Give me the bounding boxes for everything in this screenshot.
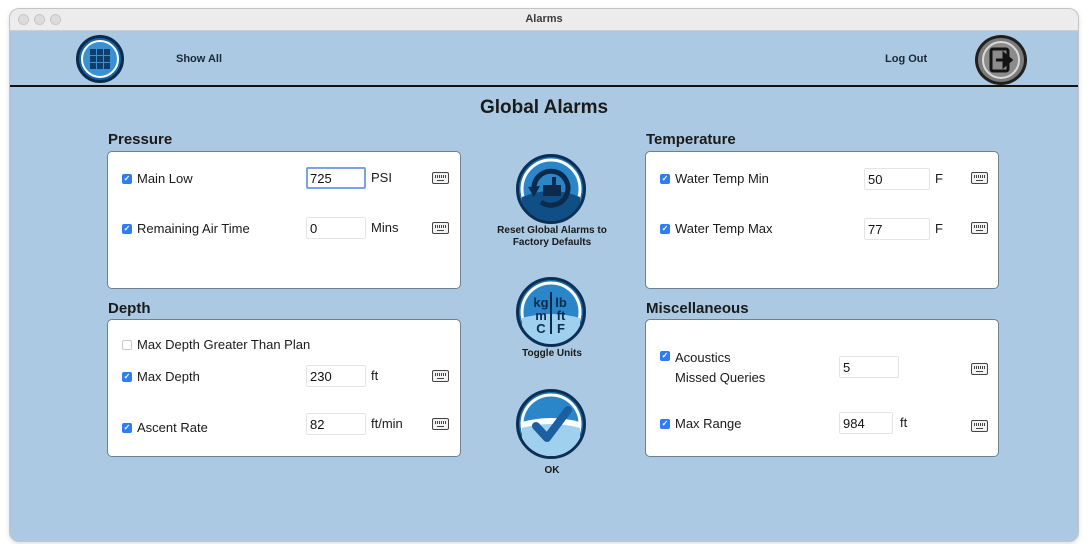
water-temp-min-value-field[interactable]: 50 <box>864 168 930 190</box>
water-temp-max-keyboard-icon[interactable] <box>971 222 988 234</box>
max-range-checkbox[interactable]: ✓ <box>660 419 670 429</box>
alarm-row-water-temp-min: ✓ Water Temp Min 50 F <box>646 167 998 191</box>
water-temp-min-label: Water Temp Min <box>675 171 769 186</box>
ascent-rate-label: Ascent Rate <box>137 420 208 435</box>
main-low-unit: PSI <box>371 170 392 185</box>
ok-label: OK <box>544 465 560 476</box>
show-all-label[interactable]: Show All <box>176 53 222 65</box>
window-title: Alarms <box>525 13 563 25</box>
miscellaneous-title: Miscellaneous <box>646 300 749 317</box>
max-depth-plan-checkbox[interactable]: ✓ <box>122 340 132 350</box>
ascent-rate-value-field[interactable]: 82 <box>306 413 366 435</box>
max-range-keyboard-icon[interactable] <box>971 420 988 432</box>
acoustics-checkbox[interactable]: ✓ <box>660 351 670 361</box>
units-icon-f: F <box>557 321 565 336</box>
remaining-air-time-unit: Mins <box>371 220 399 235</box>
units-icon-c: C <box>536 321 546 336</box>
alarm-row-max-depth-plan: ✓ Max Depth Greater Than Plan <box>108 333 460 357</box>
toggle-units-button[interactable]: kg lb m ft C F <box>516 277 586 347</box>
water-temp-max-unit: F <box>935 221 943 236</box>
reset-defaults-label: Reset Global Alarms to Factory Defaults <box>482 225 622 249</box>
alarm-row-acoustics: ✓ Acoustics Missed Queries 5 <box>646 346 998 390</box>
acoustics-label-line2: Missed Queries <box>675 370 766 385</box>
water-temp-min-keyboard-icon[interactable] <box>971 172 988 184</box>
acoustics-keyboard-icon[interactable] <box>971 363 988 375</box>
max-range-label: Max Range <box>675 416 742 431</box>
depth-title: Depth <box>108 300 151 317</box>
main-low-keyboard-icon[interactable] <box>432 172 449 184</box>
acoustics-label-line1: Acoustics <box>675 350 731 365</box>
miscellaneous-panel: ✓ Acoustics Missed Queries 5 ✓ Max Range… <box>645 319 999 457</box>
max-range-unit: ft <box>900 415 908 430</box>
reset-defaults-label-line2: Factory Defaults <box>512 237 592 248</box>
ascent-rate-unit: ft/min <box>371 416 403 431</box>
water-temp-max-checkbox[interactable]: ✓ <box>660 224 670 234</box>
remaining-air-time-label: Remaining Air Time <box>137 221 250 236</box>
pressure-title: Pressure <box>108 131 173 148</box>
alarm-row-max-depth: ✓ Max Depth 230 ft <box>108 365 460 389</box>
show-all-button[interactable] <box>76 35 124 83</box>
grid-icon <box>81 40 119 78</box>
max-depth-unit: ft <box>371 368 379 383</box>
reset-defaults-label-line1: Reset Global Alarms to <box>497 225 607 236</box>
logout-icon <box>982 41 1020 79</box>
alarm-row-remaining-air-time: ✓ Remaining Air Time 0 Mins <box>108 217 460 241</box>
max-range-value-field[interactable]: 984 <box>839 412 893 434</box>
header-bar: Show All Log Out <box>10 31 1078 87</box>
units-icon: kg lb m ft C F <box>520 281 582 344</box>
remaining-air-time-keyboard-icon[interactable] <box>432 222 449 234</box>
water-temp-min-unit: F <box>935 171 943 186</box>
pressure-panel: ✓ Main Low 725 PSI ✓ Remaining Air Time … <box>107 151 461 289</box>
logout-label[interactable]: Log Out <box>885 53 927 65</box>
max-depth-plan-label: Max Depth Greater Than Plan <box>137 337 311 352</box>
max-depth-value-field[interactable]: 230 <box>306 365 366 387</box>
main-low-label: Main Low <box>137 171 193 186</box>
ok-button[interactable] <box>516 389 586 459</box>
page-title: Global Alarms <box>479 97 609 118</box>
temperature-title: Temperature <box>646 131 736 148</box>
checkmark-icon <box>520 393 582 456</box>
alarms-window: Alarms Show All Log Out Global Alarms Pr… <box>10 9 1078 541</box>
factory-reset-icon <box>520 158 582 221</box>
remaining-air-time-value-field[interactable]: 0 <box>306 217 366 239</box>
alarm-row-water-temp-max: ✓ Water Temp Max 77 F <box>646 217 998 241</box>
acoustics-value-field[interactable]: 5 <box>839 356 899 378</box>
alarm-row-main-low: ✓ Main Low 725 PSI <box>108 167 460 191</box>
max-depth-checkbox[interactable]: ✓ <box>122 372 132 382</box>
water-temp-max-label: Water Temp Max <box>675 221 773 236</box>
water-temp-max-value-field[interactable]: 77 <box>864 218 930 240</box>
toggle-units-label: Toggle Units <box>522 348 582 359</box>
temperature-panel: ✓ Water Temp Min 50 F ✓ Water Temp Max 7… <box>645 151 999 289</box>
alarm-row-max-range: ✓ Max Range 984 ft <box>646 412 998 436</box>
main-low-checkbox[interactable]: ✓ <box>122 174 132 184</box>
title-bar: Alarms <box>10 9 1078 31</box>
water-temp-min-checkbox[interactable]: ✓ <box>660 174 670 184</box>
ascent-rate-checkbox[interactable]: ✓ <box>122 423 132 433</box>
remaining-air-time-checkbox[interactable]: ✓ <box>122 224 132 234</box>
ascent-rate-keyboard-icon[interactable] <box>432 418 449 430</box>
alarm-row-ascent-rate: ✓ Ascent Rate 82 ft/min <box>108 413 460 440</box>
max-depth-label: Max Depth <box>137 369 200 384</box>
reset-defaults-button[interactable] <box>516 154 586 224</box>
main-low-value-field[interactable]: 725 <box>306 167 366 189</box>
depth-panel: ✓ Max Depth Greater Than Plan ✓ Max Dept… <box>107 319 461 457</box>
acoustics-label: Acoustics Missed Queries <box>675 348 765 388</box>
logout-button[interactable] <box>975 35 1027 85</box>
max-depth-keyboard-icon[interactable] <box>432 370 449 382</box>
